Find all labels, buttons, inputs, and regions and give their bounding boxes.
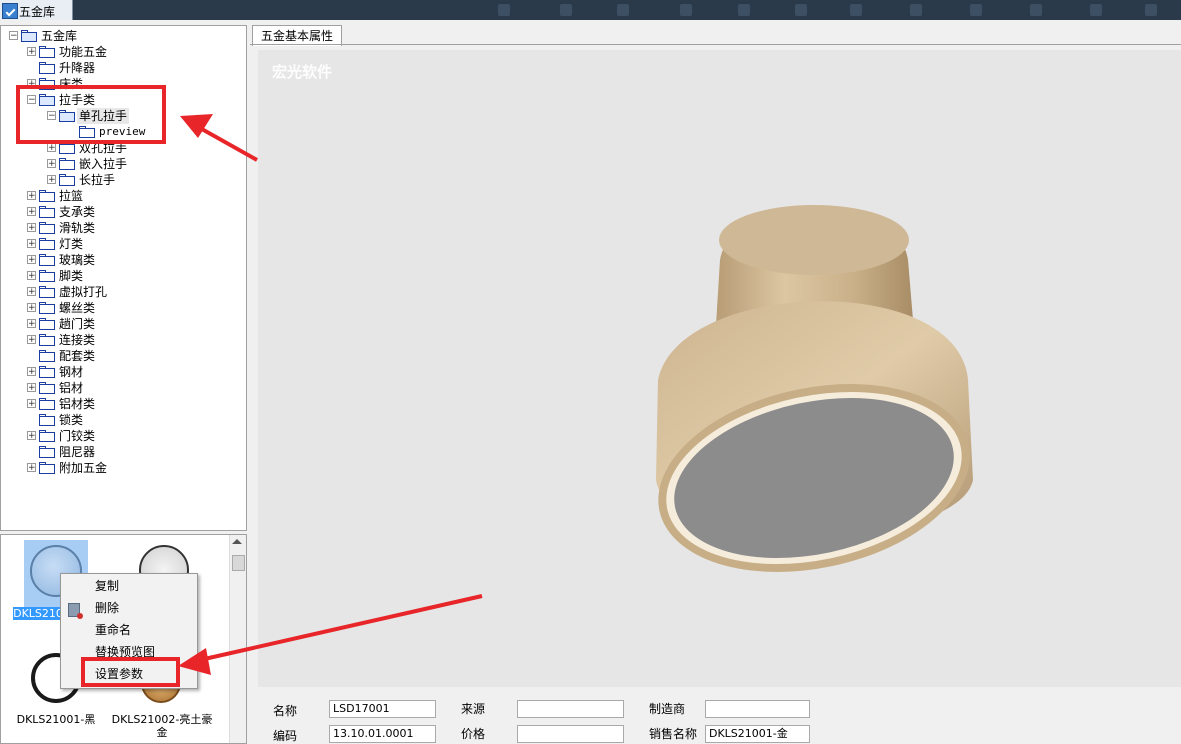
arrow-head	[178, 648, 211, 675]
arrow-line	[199, 126, 258, 162]
arrow-line	[199, 594, 483, 662]
annotation-arrows	[178, 114, 483, 675]
